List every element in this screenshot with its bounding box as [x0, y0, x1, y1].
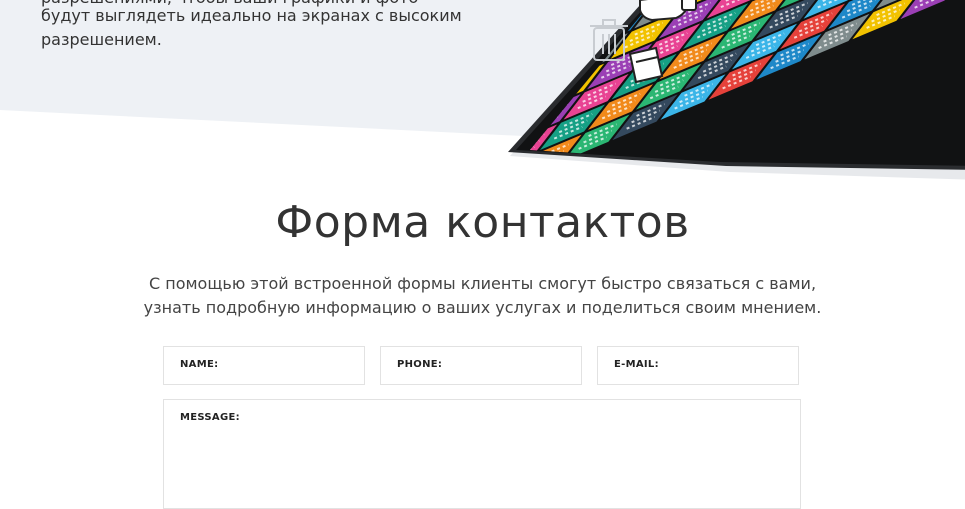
phone-input[interactable] — [461, 357, 575, 377]
phone-illustration — [480, 0, 965, 200]
name-field[interactable]: NAME: — [163, 346, 365, 385]
message-field[interactable]: MESSAGE: — [163, 399, 801, 509]
phone-field[interactable]: PHONE: — [380, 346, 582, 385]
email-input[interactable] — [678, 357, 792, 377]
hero-text: разрешениями, чтобы ваши графики и фото … — [41, 4, 461, 52]
hero-text-line-clipped: разрешениями, чтобы ваши графики и фото — [41, 0, 418, 10]
contact-form-title: Форма контактов — [0, 197, 965, 248]
message-field-label: MESSAGE: — [180, 412, 240, 423]
bucket-icon — [630, 48, 662, 82]
phone-field-label: PHONE: — [397, 359, 442, 370]
app-tile — [480, 155, 534, 200]
email-field-label: E-MAIL: — [614, 359, 659, 370]
app-tile-detail — [488, 171, 516, 183]
app-tile-detail — [493, 165, 521, 177]
contact-form-description: С помощью этой встроенной формы клиенты … — [120, 272, 845, 320]
name-input[interactable] — [244, 357, 358, 377]
hero-text-line-2: разрешением. — [41, 28, 461, 52]
email-field[interactable]: E-MAIL: — [597, 346, 799, 385]
message-input[interactable] — [180, 432, 784, 496]
app-tile-detail — [483, 177, 511, 189]
name-field-label: NAME: — [180, 359, 218, 370]
